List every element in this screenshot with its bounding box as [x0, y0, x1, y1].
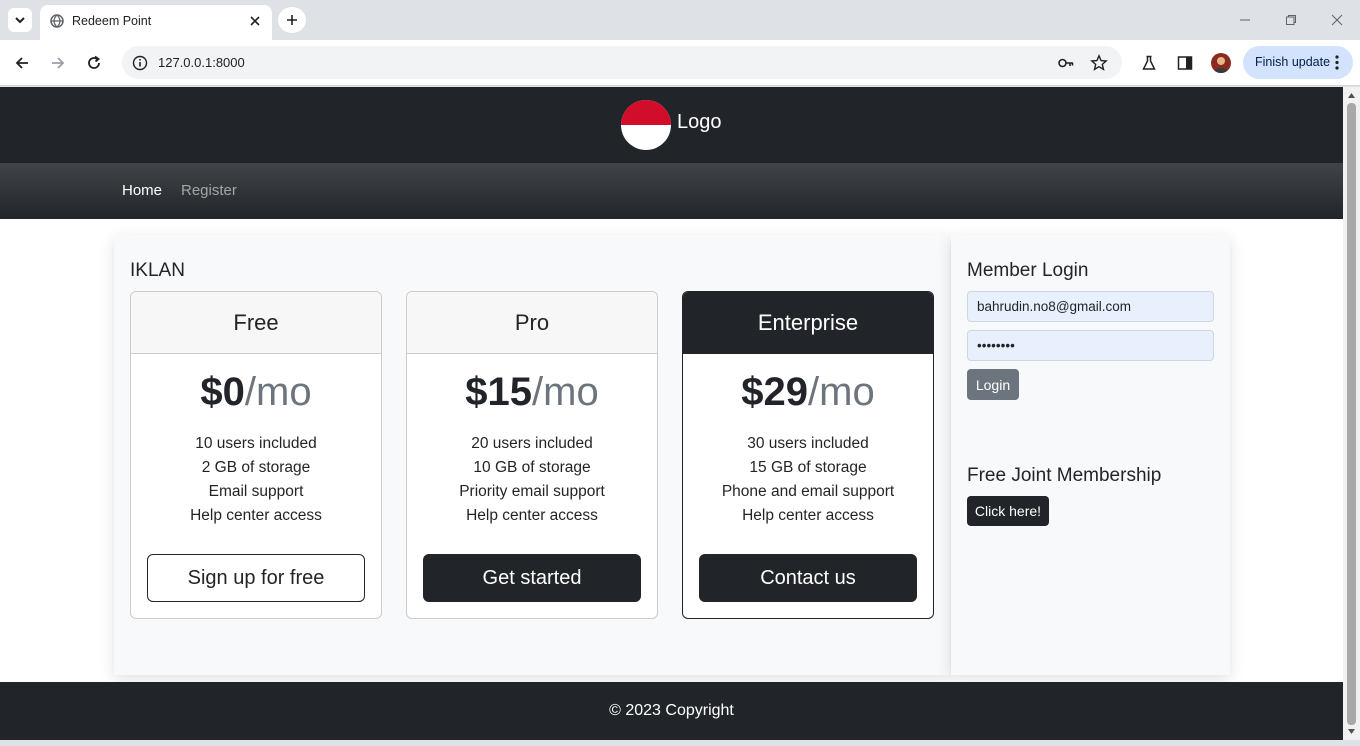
feature-item: 15 GB of storage — [749, 459, 867, 476]
email-field[interactable]: bahrudin.no8@gmail.com — [967, 291, 1214, 322]
reload-button[interactable] — [83, 52, 105, 74]
pricing-card-enterprise: Enterprise $29/mo 30 users included 15 G… — [682, 291, 934, 619]
login-button[interactable]: Login — [967, 369, 1019, 400]
forward-button[interactable] — [47, 52, 69, 74]
side-panel-button[interactable] — [1174, 52, 1196, 74]
click-here-button[interactable]: Click here! — [967, 496, 1049, 526]
nav-register-link[interactable]: Register — [181, 182, 237, 199]
logo-text[interactable]: Logo — [677, 111, 722, 134]
contact-us-button[interactable]: Contact us — [699, 554, 917, 602]
feature-list: 10 users included 2 GB of storage Email … — [131, 432, 381, 528]
scroll-up-icon[interactable] — [1347, 91, 1356, 100]
price-amount: $0 — [200, 370, 245, 414]
profile-avatar[interactable] — [1211, 53, 1231, 73]
new-tab-button[interactable] — [278, 7, 306, 33]
card-header: Pro — [407, 292, 657, 354]
ads-title: IKLAN — [130, 260, 185, 281]
feature-item: Help center access — [190, 507, 322, 524]
password-field[interactable]: •••••••• — [967, 330, 1214, 361]
tab-search-button[interactable] — [8, 8, 32, 32]
feature-item: Email support — [208, 483, 304, 500]
feature-item: 20 users included — [471, 435, 593, 452]
scroll-down-icon[interactable] — [1347, 727, 1356, 736]
reload-icon — [88, 55, 100, 69]
restore-icon — [1286, 15, 1296, 25]
close-icon — [1331, 14, 1343, 26]
finish-update-button[interactable]: Finish update — [1243, 46, 1353, 79]
minimize-button[interactable] — [1235, 10, 1255, 30]
globe-icon — [50, 14, 64, 28]
membership-title: Free Joint Membership — [967, 465, 1162, 486]
feature-item: 2 GB of storage — [201, 459, 311, 476]
url-text: 127.0.0.1:8000 — [158, 55, 245, 70]
labs-button[interactable] — [1138, 52, 1160, 74]
site-footer: © 2023 Copyright — [0, 682, 1343, 740]
page-scrollbar[interactable] — [1343, 87, 1360, 740]
price-amount: $29 — [741, 370, 809, 414]
pricing-card-pro: Pro $15/mo 20 users included 10 GB of st… — [406, 291, 658, 619]
card-price: $15/mo — [407, 370, 657, 415]
get-started-button[interactable]: Get started — [423, 554, 641, 602]
feature-list: 20 users included 10 GB of storage Prior… — [407, 432, 657, 528]
scrollbar-thumb[interactable] — [1347, 103, 1356, 725]
price-period: /mo — [808, 370, 875, 414]
profile-icon — [1214, 57, 1228, 73]
feature-item: 30 users included — [747, 435, 869, 452]
address-bar[interactable]: 127.0.0.1:8000 — [122, 46, 1122, 79]
feature-list: 30 users included 15 GB of storage Phone… — [683, 432, 933, 528]
copyright-text: © 2023 Copyright — [609, 702, 734, 719]
card-price: $0/mo — [131, 370, 381, 415]
card-price: $29/mo — [683, 370, 933, 415]
feature-item: 10 GB of storage — [473, 459, 591, 476]
site-nav: Home Register — [0, 163, 1343, 219]
feature-item: Help center access — [742, 507, 874, 524]
chevron-down-icon — [15, 17, 25, 24]
card-header: Enterprise — [683, 292, 933, 354]
back-button[interactable] — [11, 52, 33, 74]
browser-tab-strip: Redeem Point — [0, 0, 1360, 40]
feature-item: Help center access — [466, 507, 598, 524]
info-icon[interactable] — [131, 54, 149, 72]
feature-item: Phone and email support — [721, 483, 895, 500]
close-icon — [250, 16, 260, 26]
price-period: /mo — [244, 370, 312, 414]
logo-flag-icon[interactable] — [621, 100, 671, 150]
star-icon[interactable] — [1090, 54, 1108, 72]
sign-up-button[interactable]: Sign up for free — [147, 554, 365, 602]
restore-button[interactable] — [1281, 10, 1301, 30]
member-login-title: Member Login — [967, 260, 1089, 281]
tab-title: Redeem Point — [72, 14, 152, 28]
window-close-button[interactable] — [1327, 10, 1347, 30]
price-amount: $15 — [465, 370, 533, 414]
nav-home-link[interactable]: Home — [122, 182, 162, 199]
finish-update-label: Finish update — [1255, 55, 1331, 69]
plus-icon — [287, 15, 297, 25]
pricing-card-free: Free $0/mo 10 users included 2 GB of sto… — [130, 291, 382, 619]
site-header: Logo — [0, 87, 1343, 163]
browser-tab[interactable]: Redeem Point — [40, 5, 272, 40]
feature-item: Priority email support — [459, 483, 605, 500]
page-viewport: Logo Home Register IKLAN Free $0/mo 10 u… — [0, 87, 1343, 740]
card-header: Free — [131, 292, 381, 354]
minimize-icon — [1240, 19, 1250, 21]
kebab-menu-icon — [1335, 55, 1339, 70]
feature-item: 10 users included — [195, 435, 317, 452]
arrow-right-icon — [52, 57, 65, 69]
flask-icon — [1142, 55, 1156, 70]
key-icon[interactable] — [1057, 54, 1075, 72]
tab-close-button[interactable] — [246, 12, 264, 30]
price-period: /mo — [532, 370, 599, 414]
side-panel-icon — [1177, 56, 1193, 70]
arrow-left-icon — [15, 57, 28, 69]
browser-toolbar: 127.0.0.1:8000 Finish update — [0, 40, 1360, 86]
